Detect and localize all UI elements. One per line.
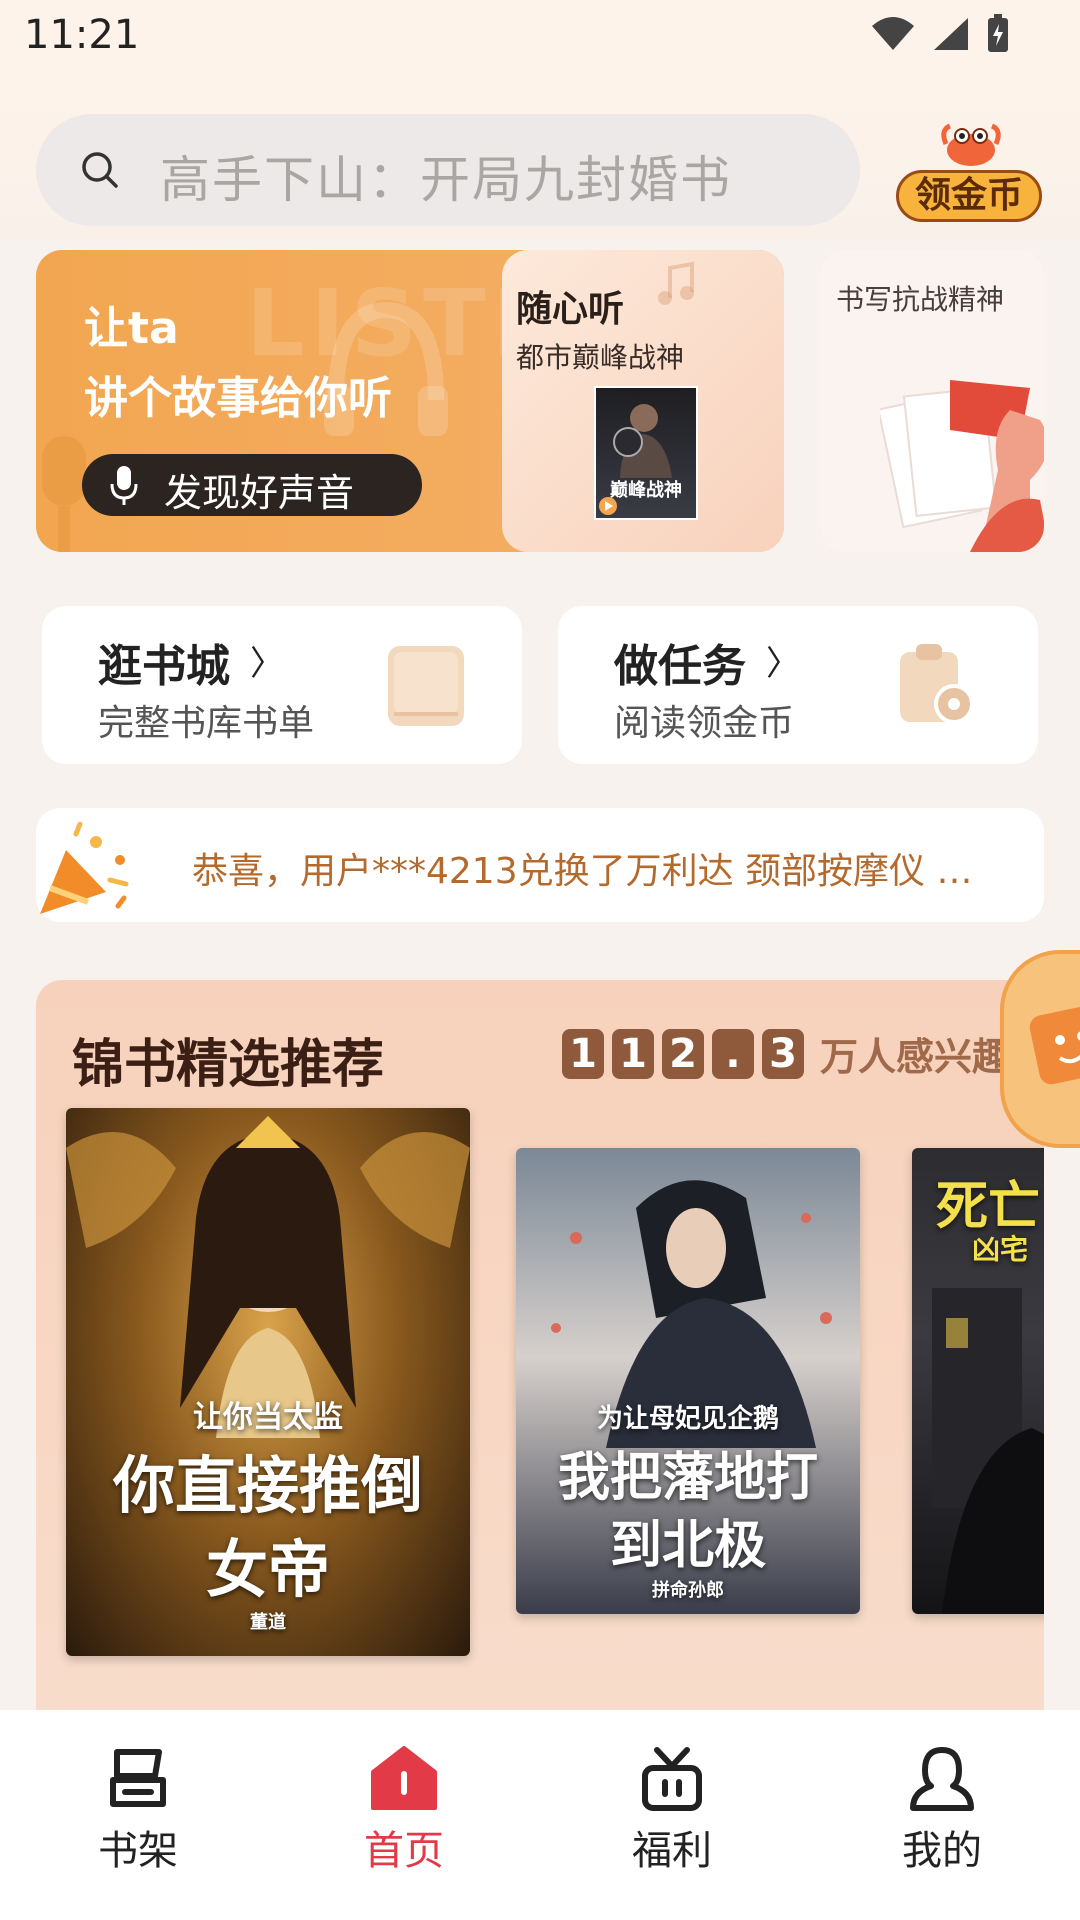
bookstore-subtitle: 完整书库书单 xyxy=(98,703,315,744)
book-author: 拼命孙郎 xyxy=(652,1580,724,1601)
get-coins-label: 领金币 xyxy=(896,170,1042,222)
microphone-icon xyxy=(110,466,138,505)
redeem-notice-text: 恭喜，用户***4213兑换了万利达 颈部按摩仪 … xyxy=(192,851,973,892)
interest-count: 1 1 2 . 3 万人感兴趣 xyxy=(562,1026,1010,1081)
status-icons xyxy=(870,14,1010,54)
recommend-section: 锦书精选推荐 1 1 2 . 3 万人感兴趣 让你当太监 你直接推倒女帝 董道 xyxy=(36,980,1044,1710)
profile-icon xyxy=(910,1747,974,1811)
nav-welfare-label: 福利 xyxy=(632,1828,712,1874)
audiobook-cover: 巅峰战神 xyxy=(594,386,698,520)
banner-title-line2: 讲个故事给你听 xyxy=(84,373,392,424)
get-coins-button[interactable]: 领金币 xyxy=(896,114,1042,226)
nav-home[interactable]: 首页 xyxy=(324,1746,484,1906)
nav-home-label: 首页 xyxy=(364,1828,444,1874)
count-digit: 1 xyxy=(562,1028,604,1079)
search-icon xyxy=(82,152,118,188)
redeem-notice[interactable]: 恭喜，用户***4213兑换了万利达 颈部按摩仪 … xyxy=(36,808,1044,922)
book-title: 我把藩地打到北极 xyxy=(557,1447,818,1576)
play-icon xyxy=(599,497,617,515)
book-cover[interactable]: 死亡 凶宅 xyxy=(912,1148,1044,1614)
battery-icon xyxy=(988,14,1008,52)
book-author: 董道 xyxy=(250,1612,286,1633)
listen-banner[interactable]: LISTEN 让ta 讲个故事给你听 发现好声音 随心听 都市巅峰战神 巅峰战神 xyxy=(36,250,784,552)
recommend-title: 锦书精选推荐 xyxy=(72,1035,385,1095)
nav-profile-label: 我的 xyxy=(902,1828,982,1874)
mascot-icon xyxy=(1029,1005,1080,1085)
nav-welfare[interactable]: 福利 xyxy=(592,1746,752,1906)
tasks-title: 做任务 xyxy=(614,641,746,692)
listen-card-subtitle: 都市巅峰战神 xyxy=(516,341,685,374)
book-icon xyxy=(388,646,464,726)
bookstore-title: 逛书城 xyxy=(98,641,230,692)
bookstore-chevron-icon: 〉 xyxy=(250,644,284,684)
book-subtitle: 凶宅 xyxy=(972,1233,1029,1266)
banner-title-line1: 让ta xyxy=(84,303,179,354)
status-bar: 11:21 xyxy=(0,0,1080,100)
floating-mascot-button[interactable] xyxy=(1000,950,1080,1148)
book-tagline: 让你当太监 xyxy=(193,1400,343,1435)
listen-card[interactable]: 随心听 都市巅峰战神 巅峰战神 xyxy=(502,250,784,552)
count-digit: . xyxy=(712,1028,754,1079)
discover-voices-button[interactable]: 发现好声音 xyxy=(82,454,422,516)
party-popper-icon xyxy=(40,822,129,914)
count-digit: 2 xyxy=(662,1028,704,1079)
empress-cover-art xyxy=(66,1116,470,1438)
soldier-illustration xyxy=(880,380,1044,552)
bookstore-shortcut[interactable]: 逛书城 〉 完整书库书单 xyxy=(42,606,522,764)
tasks-chevron-icon: 〉 xyxy=(766,644,800,684)
count-digit: 1 xyxy=(612,1028,654,1079)
count-digit: 3 xyxy=(762,1028,804,1079)
listen-card-title: 随心听 xyxy=(516,289,625,330)
search-input[interactable]: 高手下山：开局九封婚书 xyxy=(36,114,860,226)
book-cover[interactable]: 让你当太监 你直接推倒女帝 董道 xyxy=(66,1108,470,1656)
discover-voices-label: 发现好声音 xyxy=(164,471,355,515)
side-banner-title: 书写抗战精神 xyxy=(836,283,1005,316)
tasks-shortcut[interactable]: 做任务 〉 阅读领金币 xyxy=(558,606,1038,764)
status-time: 11:21 xyxy=(24,12,140,58)
cellular-signal-icon xyxy=(934,18,968,50)
nav-bookshelf-label: 书架 xyxy=(98,1828,178,1874)
home-icon xyxy=(371,1746,437,1810)
nav-profile[interactable]: 我的 xyxy=(862,1746,1022,1906)
search-row: 高手下山：开局九封婚书 领金币 xyxy=(0,100,1080,240)
wifi-icon xyxy=(872,17,914,50)
clipboard-clock-icon xyxy=(900,644,974,724)
book-title: 你直接推倒女帝 xyxy=(112,1449,423,1606)
music-note-icon xyxy=(658,261,694,305)
search-placeholder: 高手下山：开局九封婚书 xyxy=(160,151,732,209)
book-tagline: 为让母妃见企鹅 xyxy=(596,1404,779,1434)
bookshelf-icon xyxy=(110,1749,166,1807)
gift-icon xyxy=(642,1747,702,1811)
crab-mascot-icon xyxy=(941,123,1001,166)
warrior-cover-art xyxy=(613,404,672,478)
anti-war-spirit-banner[interactable]: 书写抗战精神 xyxy=(820,250,1044,552)
interest-count-suffix: 万人感兴趣 xyxy=(820,1035,1011,1079)
bottom-nav: 书架 首页 福利 我的 xyxy=(0,1710,1080,1920)
tasks-subtitle: 阅读领金币 xyxy=(614,703,795,744)
nav-bookshelf[interactable]: 书架 xyxy=(58,1746,218,1906)
book-cover[interactable]: 为让母妃见企鹅 我把藩地打到北极 拼命孙郎 xyxy=(516,1148,860,1614)
